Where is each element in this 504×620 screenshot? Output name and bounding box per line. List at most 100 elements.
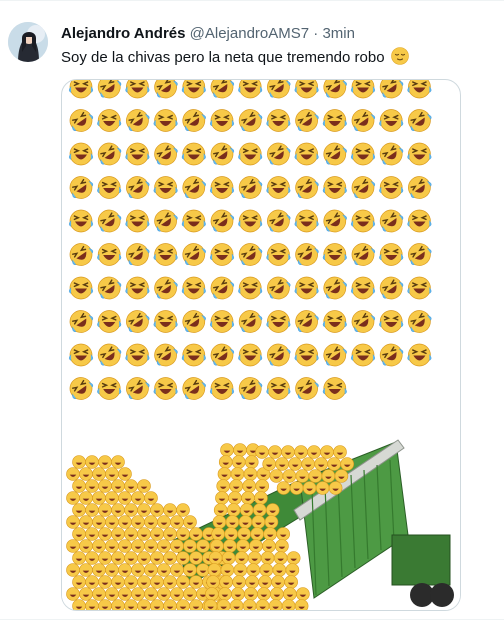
tears-of-joy-emoji-icon	[153, 377, 178, 400]
tears-of-joy-emoji-icon	[209, 310, 235, 333]
tears-of-joy-emoji-icon	[379, 109, 404, 132]
rolling-on-floor-laughing-emoji-icon	[408, 176, 432, 199]
rolling-on-floor-laughing-emoji-icon	[154, 209, 178, 233]
rolling-on-floor-laughing-emoji-icon	[69, 109, 94, 132]
tears-of-joy-emoji-icon	[181, 276, 206, 300]
rolling-on-floor-laughing-emoji-icon	[379, 343, 404, 367]
rolling-on-floor-laughing-emoji-icon	[238, 176, 263, 199]
tears-of-joy-emoji-icon	[181, 343, 206, 367]
rolling-on-floor-laughing-emoji-icon	[182, 243, 206, 266]
tears-of-joy-emoji-icon	[97, 176, 122, 199]
rolling-on-floor-laughing-emoji-icon	[351, 176, 376, 199]
rolling-on-floor-laughing-emoji-icon	[182, 377, 206, 400]
tears-of-joy-emoji-icon	[97, 377, 122, 400]
tears-of-joy-emoji-icon	[379, 310, 404, 333]
rolling-on-floor-laughing-emoji-icon	[154, 343, 178, 367]
tears-of-joy-emoji-icon	[266, 109, 291, 132]
rolling-on-floor-laughing-emoji-icon	[210, 80, 235, 99]
rolling-on-floor-laughing-emoji-icon	[351, 310, 376, 333]
rolling-on-floor-laughing-emoji-icon	[295, 109, 319, 132]
tears-of-joy-emoji-icon	[181, 209, 206, 233]
rolling-on-floor-laughing-emoji-icon	[267, 343, 291, 367]
author-handle[interactable]: @AlejandroAMS7	[190, 25, 309, 42]
tweet-timestamp[interactable]: 3min	[322, 25, 355, 42]
tears-of-joy-emoji-icon	[153, 310, 178, 333]
tears-of-joy-emoji-icon	[238, 209, 263, 233]
rolling-on-floor-laughing-emoji-icon	[97, 80, 122, 99]
tears-of-joy-emoji-icon	[322, 243, 347, 266]
rolling-on-floor-laughing-emoji-icon	[154, 276, 178, 300]
rolling-on-floor-laughing-emoji-icon	[267, 80, 291, 99]
tweet-text: Soy de la chivas pero la neta que tremen…	[61, 47, 409, 71]
relieved-face-icon	[390, 47, 409, 71]
tears-of-joy-emoji-icon	[125, 80, 150, 99]
tears-of-joy-emoji-icon	[407, 276, 432, 300]
tears-of-joy-emoji-icon	[181, 80, 206, 99]
rolling-on-floor-laughing-emoji-icon	[97, 142, 122, 166]
separator-dot: ·	[313, 25, 319, 42]
rolling-on-floor-laughing-emoji-icon	[97, 276, 122, 300]
tears-of-joy-emoji-icon	[266, 176, 291, 199]
rolling-on-floor-laughing-emoji-icon	[323, 343, 347, 367]
rolling-on-floor-laughing-emoji-icon	[154, 80, 178, 99]
rolling-on-floor-laughing-emoji-icon	[69, 377, 94, 400]
tears-of-joy-emoji-icon	[294, 209, 319, 233]
rolling-on-floor-laughing-emoji-icon	[238, 109, 263, 132]
rolling-on-floor-laughing-emoji-icon	[126, 176, 150, 199]
tears-of-joy-emoji-icon	[294, 276, 319, 300]
rolling-on-floor-laughing-emoji-icon	[182, 176, 206, 199]
rolling-on-floor-laughing-emoji-icon	[267, 276, 291, 300]
rolling-on-floor-laughing-emoji-icon	[126, 310, 150, 333]
rolling-on-floor-laughing-emoji-icon	[154, 142, 178, 166]
tears-of-joy-emoji-icon	[238, 343, 263, 367]
meme-image	[62, 80, 460, 610]
tears-of-joy-emoji-icon	[322, 310, 347, 333]
tears-of-joy-emoji-icon	[294, 142, 319, 166]
rolling-on-floor-laughing-emoji-icon	[379, 142, 404, 166]
rolling-on-floor-laughing-emoji-icon	[126, 243, 150, 266]
rolling-on-floor-laughing-emoji-icon	[97, 209, 122, 233]
tears-of-joy-emoji-icon	[68, 142, 94, 166]
rolling-on-floor-laughing-emoji-icon	[210, 276, 235, 300]
tears-of-joy-emoji-icon	[68, 276, 94, 300]
tears-of-joy-emoji-icon	[238, 276, 263, 300]
tears-of-joy-emoji-icon	[407, 80, 432, 99]
rolling-on-floor-laughing-emoji-icon	[238, 310, 263, 333]
tears-of-joy-emoji-icon	[350, 343, 376, 367]
tears-of-joy-emoji-icon	[97, 109, 122, 132]
tears-of-joy-emoji-icon	[125, 343, 150, 367]
tears-of-joy-emoji-icon	[407, 209, 432, 233]
tears-of-joy-emoji-icon	[125, 142, 150, 166]
tweet-media-image[interactable]	[61, 79, 461, 611]
rolling-on-floor-laughing-emoji-icon	[379, 276, 404, 300]
tears-of-joy-emoji-icon	[322, 176, 347, 199]
tears-of-joy-emoji-icon	[294, 80, 319, 99]
rolling-on-floor-laughing-emoji-icon	[323, 209, 347, 233]
avatar[interactable]	[8, 22, 48, 62]
rolling-on-floor-laughing-emoji-icon	[182, 109, 206, 132]
tears-of-joy-emoji-icon	[238, 142, 263, 166]
rolling-on-floor-laughing-emoji-icon	[182, 310, 206, 333]
avatar-image-icon	[8, 22, 48, 62]
tears-of-joy-emoji-icon	[209, 243, 235, 266]
rolling-on-floor-laughing-emoji-icon	[267, 209, 291, 233]
author-name[interactable]: Alejandro Andrés	[61, 25, 185, 42]
rolling-on-floor-laughing-emoji-icon	[126, 109, 150, 132]
tears-of-joy-emoji-icon	[153, 243, 178, 266]
tears-of-joy-emoji-icon	[266, 310, 291, 333]
tears-of-joy-emoji-icon	[68, 80, 94, 99]
rolling-on-floor-laughing-emoji-icon	[379, 209, 404, 233]
rolling-on-floor-laughing-emoji-icon	[210, 209, 235, 233]
rolling-on-floor-laughing-emoji-icon	[408, 243, 432, 266]
tears-of-joy-emoji-icon	[350, 142, 376, 166]
rolling-on-floor-laughing-emoji-icon	[351, 243, 376, 266]
rolling-on-floor-laughing-emoji-icon	[295, 243, 319, 266]
rolling-on-floor-laughing-emoji-icon	[69, 176, 94, 199]
tears-of-joy-emoji-icon	[350, 209, 376, 233]
top-divider	[0, 0, 504, 1]
tears-of-joy-emoji-icon	[68, 343, 94, 367]
rolling-on-floor-laughing-emoji-icon	[323, 80, 347, 99]
tears-of-joy-emoji-icon	[350, 80, 376, 99]
tears-of-joy-emoji-icon	[209, 377, 235, 400]
tears-of-joy-emoji-icon	[209, 176, 235, 199]
